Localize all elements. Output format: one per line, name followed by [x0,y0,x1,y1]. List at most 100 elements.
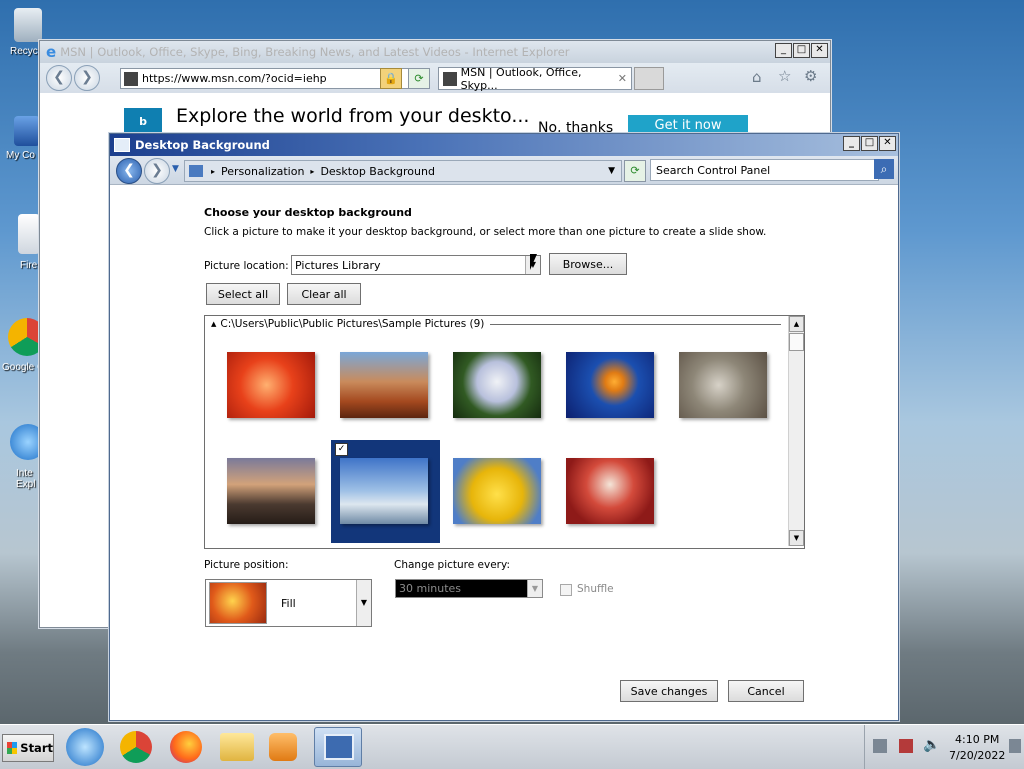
site-favicon-icon [443,71,457,86]
dialog-title-bar[interactable]: Desktop Background _ □ ✕ [110,134,898,156]
maximize-button[interactable]: □ [861,136,878,151]
ie-title-bar[interactable]: e MSN | Outlook, Office, Skype, Bing, Br… [40,41,830,63]
minimize-button[interactable]: _ [843,136,860,151]
breadcrumb-separator-icon: ▸ [211,166,216,176]
picture-tulips[interactable] [453,458,541,524]
volume-icon[interactable]: 🔈 [923,737,940,753]
change-picture-dropdown[interactable]: 30 minutes ▼ [395,579,543,598]
dialog-nav-bar: ❮ ❯ ▼ ▸ Personalization ▸ Desktop Backgr… [110,156,898,185]
lock-icon[interactable]: 🔒 [380,68,402,89]
picture-chrysanthemum[interactable] [227,352,315,418]
tab-title: MSN | Outlook, Office, Skyp... [460,65,582,92]
taskbar-firefox-icon[interactable] [170,731,202,763]
taskbar-control-panel-button[interactable] [314,727,362,767]
bing-logo-icon: b [124,108,162,136]
search-icon[interactable]: ⌕ [874,159,894,179]
cancel-button[interactable]: Cancel [728,680,804,702]
picture-koala[interactable] [679,352,767,418]
clear-all-button[interactable]: Clear all [287,283,361,305]
chevron-down-icon[interactable]: ▼ [608,166,615,176]
forward-button[interactable]: ❯ [74,65,100,91]
close-button[interactable]: ✕ [879,136,896,151]
picture-position-value: Fill [281,596,296,610]
select-all-button[interactable]: Select all [206,283,280,305]
clock-date[interactable]: 7/20/2022 [949,749,1005,762]
start-button[interactable]: Start [2,734,54,762]
shuffle-checkbox[interactable] [560,584,572,596]
collapse-caret-icon[interactable]: ▲ [211,320,216,328]
mouse-cursor-icon [530,254,537,270]
picture-location-value: Pictures Library [295,258,381,272]
picture-jellyfish[interactable] [566,352,654,418]
control-panel-icon [324,734,354,760]
picture-list[interactable]: ▲ C:\Users\Public\Public Pictures\Sample… [204,315,805,549]
tab-close-icon[interactable]: ✕ [618,72,627,85]
clock-time[interactable]: 4:10 PM [955,733,999,746]
selected-checkbox[interactable]: ✓ [335,443,348,456]
taskbar-explorer-icon[interactable] [220,733,254,761]
ie-nav-bar: ❮ ❯ https://www.msn.com/?ocid=iehp ⌕ 🔒 ⟳… [40,63,830,93]
action-center-icon[interactable] [899,739,913,753]
msn-banner: b Explore the world from your deskto... … [40,93,830,137]
breadcrumb-desktop-background[interactable]: Desktop Background [320,165,435,178]
minimize-button[interactable]: _ [775,43,792,58]
picture-penguins[interactable] [340,458,428,524]
group-header[interactable]: ▲ C:\Users\Public\Public Pictures\Sample… [211,318,781,330]
picture-lighthouse[interactable] [227,458,315,524]
computer-icon [14,116,40,146]
address-bar[interactable]: https://www.msn.com/?ocid=iehp ⌕ [120,68,414,89]
group-header-path: C:\Users\Public\Public Pictures\Sample P… [220,318,485,330]
recycle-bin-icon [14,8,42,42]
new-tab-button[interactable] [634,67,664,90]
breadcrumb[interactable]: ▸ Personalization ▸ Desktop Background ▼ [184,160,622,182]
shuffle-label: Shuffle [577,583,614,595]
control-panel-icon [189,165,203,177]
refresh-button[interactable]: ⟳ [408,68,430,89]
home-icon[interactable]: ⌂ [752,68,762,86]
back-button[interactable]: ❮ [116,158,142,184]
recent-pages-chevron-icon[interactable]: ▼ [172,164,179,174]
control-panel-icon [114,138,130,152]
picture-penguins-selection[interactable]: ✓ [331,440,440,543]
vertical-scrollbar[interactable]: ▲ ▼ [788,316,804,546]
taskbar: Start 🔈 4:10 PM 7/20/2022 [0,724,1024,769]
chevron-down-icon[interactable]: ▼ [356,580,371,626]
picture-position-dropdown[interactable]: Fill ▼ [205,579,372,627]
change-picture-value: 30 minutes [399,582,462,595]
breadcrumb-personalization[interactable]: Personalization [221,165,304,178]
refresh-button[interactable]: ⟳ [624,160,646,182]
network-icon[interactable] [873,739,887,753]
desktop-background-window[interactable]: Desktop Background _ □ ✕ ❮ ❯ ▼ ▸ Persona… [109,133,899,721]
firefox-shortcut-icon [18,214,40,254]
forward-button[interactable]: ❯ [144,158,170,184]
browse-button[interactable]: Browse... [549,253,627,275]
favorites-star-icon[interactable]: ☆ [778,67,791,85]
address-url: https://www.msn.com/?ocid=iehp [142,72,327,85]
save-changes-button[interactable]: Save changes [620,680,718,702]
back-button[interactable]: ❮ [46,65,72,91]
picture-santa[interactable] [566,458,654,524]
windows-logo-icon [7,742,18,754]
search-input[interactable]: Search Control Panel [650,159,879,181]
close-button[interactable]: ✕ [811,43,828,58]
chevron-down-icon[interactable]: ▼ [527,580,542,597]
site-favicon-icon [124,71,138,86]
picture-hydrangeas[interactable] [453,352,541,418]
taskbar-chrome-icon[interactable] [120,731,152,763]
settings-gear-icon[interactable]: ⚙ [804,67,817,85]
group-divider [490,323,781,325]
browser-tab[interactable]: MSN | Outlook, Office, Skyp... ✕ [438,65,632,92]
taskbar-media-player-icon[interactable] [269,733,297,761]
scroll-up-button[interactable]: ▲ [789,316,804,332]
maximize-button[interactable]: □ [793,43,810,58]
picture-desert[interactable] [340,352,428,418]
scroll-down-button[interactable]: ▼ [789,530,804,546]
taskbar-ie-icon[interactable] [66,728,104,766]
page-heading: Choose your desktop background [204,206,412,219]
picture-location-dropdown[interactable]: Pictures Library ▼ [291,255,541,275]
picture-location-label: Picture location: [204,260,289,272]
breadcrumb-separator-icon: ▸ [310,166,315,176]
fill-preview-icon [209,582,267,624]
scroll-thumb[interactable] [789,333,804,351]
show-desktop-icon[interactable] [1009,739,1021,753]
